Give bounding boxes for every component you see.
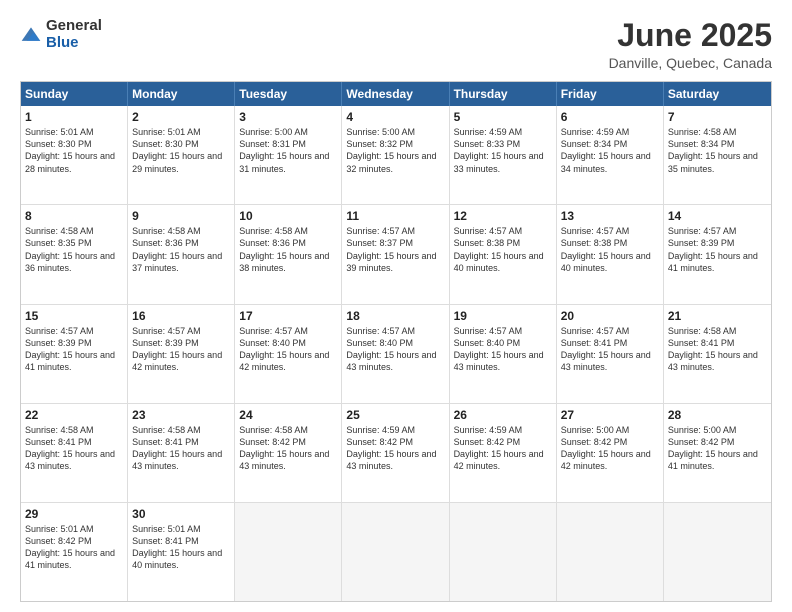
day-19: 19 Sunrise: 4:57 AMSunset: 8:40 PMDaylig…	[450, 305, 557, 403]
day-22: 22 Sunrise: 4:58 AMSunset: 8:41 PMDaylig…	[21, 404, 128, 502]
col-friday: Friday	[557, 82, 664, 106]
col-monday: Monday	[128, 82, 235, 106]
day-10: 10 Sunrise: 4:58 AMSunset: 8:36 PMDaylig…	[235, 205, 342, 303]
empty-cell-5	[664, 503, 771, 601]
logo-icon	[20, 24, 42, 46]
week-row-3: 15 Sunrise: 4:57 AMSunset: 8:39 PMDaylig…	[21, 304, 771, 403]
week-row-2: 8 Sunrise: 4:58 AMSunset: 8:35 PMDayligh…	[21, 204, 771, 303]
day-7: 7 Sunrise: 4:58 AMSunset: 8:34 PMDayligh…	[664, 106, 771, 204]
empty-cell-1	[235, 503, 342, 601]
logo-blue: Blue	[46, 35, 102, 52]
logo-text: General Blue	[46, 18, 102, 51]
col-wednesday: Wednesday	[342, 82, 449, 106]
empty-cell-4	[557, 503, 664, 601]
subtitle: Danville, Quebec, Canada	[609, 55, 772, 71]
week-row-1: 1 Sunrise: 5:01 AMSunset: 8:30 PMDayligh…	[21, 106, 771, 204]
day-15: 15 Sunrise: 4:57 AMSunset: 8:39 PMDaylig…	[21, 305, 128, 403]
day-23: 23 Sunrise: 4:58 AMSunset: 8:41 PMDaylig…	[128, 404, 235, 502]
main-title: June 2025	[609, 18, 772, 53]
day-2: 2 Sunrise: 5:01 AMSunset: 8:30 PMDayligh…	[128, 106, 235, 204]
calendar-body: 1 Sunrise: 5:01 AMSunset: 8:30 PMDayligh…	[21, 106, 771, 601]
day-3: 3 Sunrise: 5:00 AMSunset: 8:31 PMDayligh…	[235, 106, 342, 204]
col-tuesday: Tuesday	[235, 82, 342, 106]
title-block: June 2025 Danville, Quebec, Canada	[609, 18, 772, 71]
day-20: 20 Sunrise: 4:57 AMSunset: 8:41 PMDaylig…	[557, 305, 664, 403]
empty-cell-2	[342, 503, 449, 601]
day-18: 18 Sunrise: 4:57 AMSunset: 8:40 PMDaylig…	[342, 305, 449, 403]
day-24: 24 Sunrise: 4:58 AMSunset: 8:42 PMDaylig…	[235, 404, 342, 502]
day-27: 27 Sunrise: 5:00 AMSunset: 8:42 PMDaylig…	[557, 404, 664, 502]
day-28: 28 Sunrise: 5:00 AMSunset: 8:42 PMDaylig…	[664, 404, 771, 502]
week-row-4: 22 Sunrise: 4:58 AMSunset: 8:41 PMDaylig…	[21, 403, 771, 502]
header: General Blue June 2025 Danville, Quebec,…	[20, 18, 772, 71]
day-16: 16 Sunrise: 4:57 AMSunset: 8:39 PMDaylig…	[128, 305, 235, 403]
day-30: 30 Sunrise: 5:01 AMSunset: 8:41 PMDaylig…	[128, 503, 235, 601]
logo-general: General	[46, 18, 102, 35]
day-11: 11 Sunrise: 4:57 AMSunset: 8:37 PMDaylig…	[342, 205, 449, 303]
page: General Blue June 2025 Danville, Quebec,…	[0, 0, 792, 612]
day-9: 9 Sunrise: 4:58 AMSunset: 8:36 PMDayligh…	[128, 205, 235, 303]
day-5: 5 Sunrise: 4:59 AMSunset: 8:33 PMDayligh…	[450, 106, 557, 204]
day-6: 6 Sunrise: 4:59 AMSunset: 8:34 PMDayligh…	[557, 106, 664, 204]
day-4: 4 Sunrise: 5:00 AMSunset: 8:32 PMDayligh…	[342, 106, 449, 204]
col-thursday: Thursday	[450, 82, 557, 106]
day-13: 13 Sunrise: 4:57 AMSunset: 8:38 PMDaylig…	[557, 205, 664, 303]
day-26: 26 Sunrise: 4:59 AMSunset: 8:42 PMDaylig…	[450, 404, 557, 502]
calendar: Sunday Monday Tuesday Wednesday Thursday…	[20, 81, 772, 602]
logo: General Blue	[20, 18, 102, 51]
day-17: 17 Sunrise: 4:57 AMSunset: 8:40 PMDaylig…	[235, 305, 342, 403]
day-12: 12 Sunrise: 4:57 AMSunset: 8:38 PMDaylig…	[450, 205, 557, 303]
col-sunday: Sunday	[21, 82, 128, 106]
day-21: 21 Sunrise: 4:58 AMSunset: 8:41 PMDaylig…	[664, 305, 771, 403]
day-8: 8 Sunrise: 4:58 AMSunset: 8:35 PMDayligh…	[21, 205, 128, 303]
col-saturday: Saturday	[664, 82, 771, 106]
empty-cell-3	[450, 503, 557, 601]
calendar-header: Sunday Monday Tuesday Wednesday Thursday…	[21, 82, 771, 106]
day-14: 14 Sunrise: 4:57 AMSunset: 8:39 PMDaylig…	[664, 205, 771, 303]
day-25: 25 Sunrise: 4:59 AMSunset: 8:42 PMDaylig…	[342, 404, 449, 502]
day-1: 1 Sunrise: 5:01 AMSunset: 8:30 PMDayligh…	[21, 106, 128, 204]
week-row-5: 29 Sunrise: 5:01 AMSunset: 8:42 PMDaylig…	[21, 502, 771, 601]
day-29: 29 Sunrise: 5:01 AMSunset: 8:42 PMDaylig…	[21, 503, 128, 601]
